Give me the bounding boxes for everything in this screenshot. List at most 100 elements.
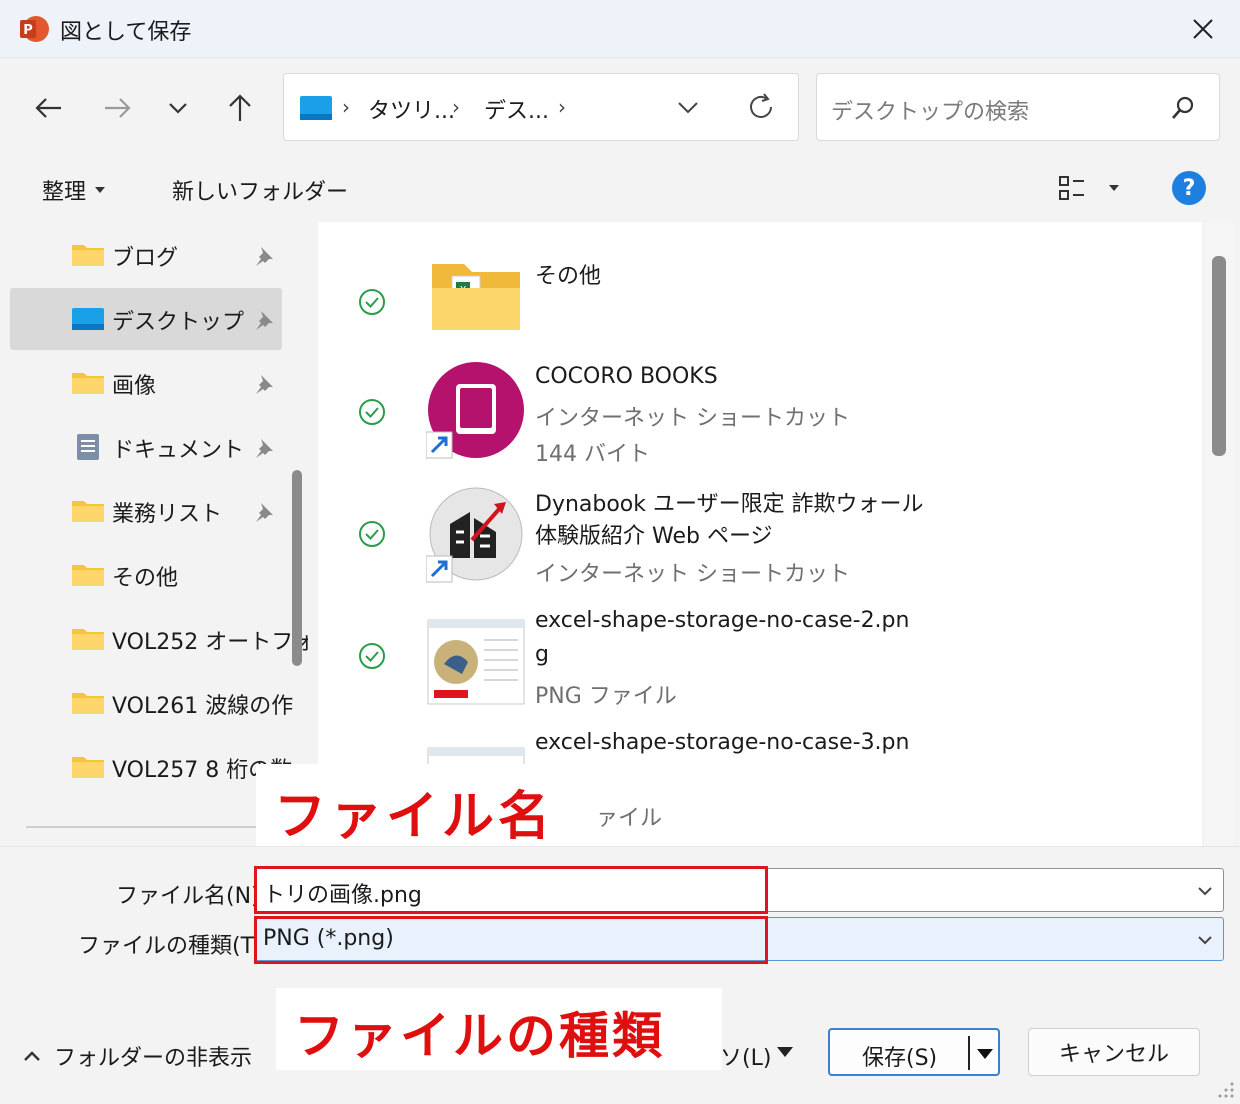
caret-down-icon bbox=[95, 187, 106, 193]
highlight-filetype bbox=[254, 916, 768, 964]
breadcrumb-desktop[interactable]: デス... bbox=[484, 93, 549, 125]
list-item[interactable]: Dynabook ユーザー限定 詐欺ウォール 体験版紹介 Web ページ インタ… bbox=[318, 480, 1202, 600]
nav-item-other[interactable]: その他 bbox=[10, 544, 282, 606]
nav-item-vol261[interactable]: VOL261 波線の作 bbox=[10, 672, 293, 734]
file-name-line2: 体験版紹介 Web ページ bbox=[535, 524, 773, 549]
pin-icon[interactable] bbox=[252, 500, 276, 524]
caret-down-icon[interactable] bbox=[776, 1046, 794, 1058]
breadcrumb-separator: › bbox=[342, 95, 350, 119]
close-button[interactable] bbox=[1180, 12, 1226, 46]
save-button[interactable]: 保存(S) bbox=[828, 1028, 1000, 1076]
nav-item-blog[interactable]: ブログ bbox=[10, 224, 282, 286]
folder-icon bbox=[72, 757, 104, 778]
nav-item-label: 業務リスト bbox=[112, 502, 223, 527]
search-input[interactable]: デスクトップの検索 bbox=[831, 94, 1029, 126]
dynabook-icon bbox=[426, 487, 523, 583]
list-item[interactable]: X その他 bbox=[318, 234, 1202, 354]
breadcrumb-user[interactable]: タツリ... bbox=[368, 93, 455, 125]
nav-item-label: VOL252 オートフォ bbox=[112, 630, 308, 655]
pin-icon[interactable] bbox=[252, 372, 276, 396]
folder-icon bbox=[72, 373, 104, 394]
resize-grip-icon[interactable] bbox=[1216, 1080, 1236, 1100]
highlight-filename bbox=[254, 866, 768, 914]
list-item[interactable]: excel-shape-storage-no-case-2.pn g PNG フ… bbox=[318, 602, 1202, 722]
png-thumbnail-icon bbox=[427, 619, 525, 705]
pin-icon[interactable] bbox=[252, 436, 276, 460]
window-title: 図として保存 bbox=[60, 20, 192, 45]
breadcrumb-separator: › bbox=[452, 95, 460, 119]
filetype-label: ファイルの種類(T): bbox=[78, 934, 271, 959]
arrow-left-icon bbox=[35, 98, 61, 118]
nav-item-label: VOL261 波線の作 bbox=[112, 694, 294, 719]
file-size: 144 バイト bbox=[535, 442, 650, 467]
nav-item-documents[interactable]: ドキュメント bbox=[10, 416, 282, 478]
powerpoint-icon: P bbox=[20, 16, 49, 42]
sync-check-icon bbox=[359, 399, 385, 425]
folder-icon bbox=[72, 629, 104, 650]
tools-button[interactable]: ソ(L) bbox=[720, 1040, 771, 1072]
chevron-down-icon bbox=[1198, 936, 1212, 945]
navigation-pane: ブログ デスクトップ 画像 ドキュメント 業務リスト その他 VOL252 オー… bbox=[0, 222, 308, 846]
chevron-down-icon[interactable] bbox=[676, 100, 700, 116]
file-name-line2: g bbox=[535, 642, 549, 667]
nav-item-label: 画像 bbox=[112, 374, 157, 399]
nav-item-label: ドキュメント bbox=[112, 438, 245, 463]
hide-folders-label: フォルダーの非表示 bbox=[54, 1046, 253, 1071]
hide-folders-button[interactable]: フォルダーの非表示 bbox=[22, 1040, 252, 1072]
desktop-icon bbox=[72, 308, 104, 330]
help-button[interactable]: ? bbox=[1172, 171, 1206, 205]
breadcrumb-separator: › bbox=[558, 95, 566, 119]
nav-scrollbar[interactable] bbox=[292, 470, 302, 666]
nav-item-work-list[interactable]: 業務リスト bbox=[10, 480, 282, 542]
folder-icon bbox=[72, 501, 104, 522]
address-bar[interactable]: › タツリ... › デス... › bbox=[283, 73, 799, 141]
up-button[interactable] bbox=[220, 90, 260, 126]
annotation-filetype: ファイルの種類 bbox=[276, 988, 722, 1070]
new-folder-button[interactable]: 新しいフォルダー bbox=[172, 174, 348, 206]
file-name: excel-shape-storage-no-case-2.pn bbox=[535, 608, 910, 633]
file-type: インターネット ショートカット bbox=[535, 562, 850, 587]
organize-button[interactable]: 整理 bbox=[42, 174, 106, 206]
cancel-button[interactable]: キャンセル bbox=[1028, 1028, 1200, 1076]
forward-button[interactable] bbox=[98, 90, 138, 126]
caret-down-icon[interactable] bbox=[976, 1048, 994, 1060]
save-label: 保存(S) bbox=[862, 1046, 938, 1071]
pin-icon[interactable] bbox=[252, 244, 276, 268]
folder-excel-icon: X bbox=[432, 264, 520, 330]
nav-item-vol257[interactable]: VOL257 8 桁の数 bbox=[10, 736, 292, 798]
file-name: その他 bbox=[535, 264, 602, 289]
help-icon: ? bbox=[1182, 175, 1196, 201]
file-type: インターネット ショートカット bbox=[535, 406, 850, 431]
chevron-down-icon[interactable] bbox=[1195, 881, 1215, 901]
desktop-icon bbox=[300, 96, 332, 120]
sync-check-icon bbox=[359, 643, 385, 669]
file-type: ァイル bbox=[596, 806, 663, 831]
refresh-icon[interactable] bbox=[746, 92, 776, 122]
file-name: COCORO BOOKS bbox=[535, 364, 718, 389]
search-icon[interactable] bbox=[1169, 94, 1197, 122]
sync-check-icon bbox=[359, 289, 385, 315]
chevron-down-icon bbox=[169, 103, 187, 114]
pin-icon[interactable] bbox=[252, 308, 276, 332]
cocoro-books-icon bbox=[426, 362, 524, 459]
recent-locations-button[interactable] bbox=[158, 90, 198, 126]
filename-label: ファイル名(N): bbox=[116, 884, 268, 909]
content-scrollbar[interactable] bbox=[1212, 256, 1226, 456]
split-divider bbox=[968, 1036, 970, 1070]
divider bbox=[26, 826, 256, 828]
file-type: PNG ファイル bbox=[535, 684, 677, 709]
svg-text:P: P bbox=[23, 23, 33, 38]
nav-item-desktop[interactable]: デスクトップ bbox=[10, 288, 282, 350]
file-name: Dynabook ユーザー限定 詐欺ウォール bbox=[535, 492, 924, 517]
nav-item-label: デスクトップ bbox=[112, 310, 245, 335]
back-button[interactable] bbox=[28, 90, 68, 126]
file-name: excel-shape-storage-no-case-3.pn bbox=[535, 730, 910, 755]
view-options-button[interactable] bbox=[1058, 174, 1120, 202]
nav-item-vol252[interactable]: VOL252 オートフォ bbox=[10, 608, 308, 670]
search-box[interactable]: デスクトップの検索 bbox=[816, 73, 1220, 141]
folder-icon bbox=[72, 565, 104, 586]
caret-down-icon bbox=[1109, 185, 1119, 191]
file-list: X その他 COCORO BOOKS インターネット ショートカット 144 バ… bbox=[318, 222, 1202, 846]
nav-item-images[interactable]: 画像 bbox=[10, 352, 282, 414]
list-item[interactable]: COCORO BOOKS インターネット ショートカット 144 バイト bbox=[318, 358, 1202, 478]
